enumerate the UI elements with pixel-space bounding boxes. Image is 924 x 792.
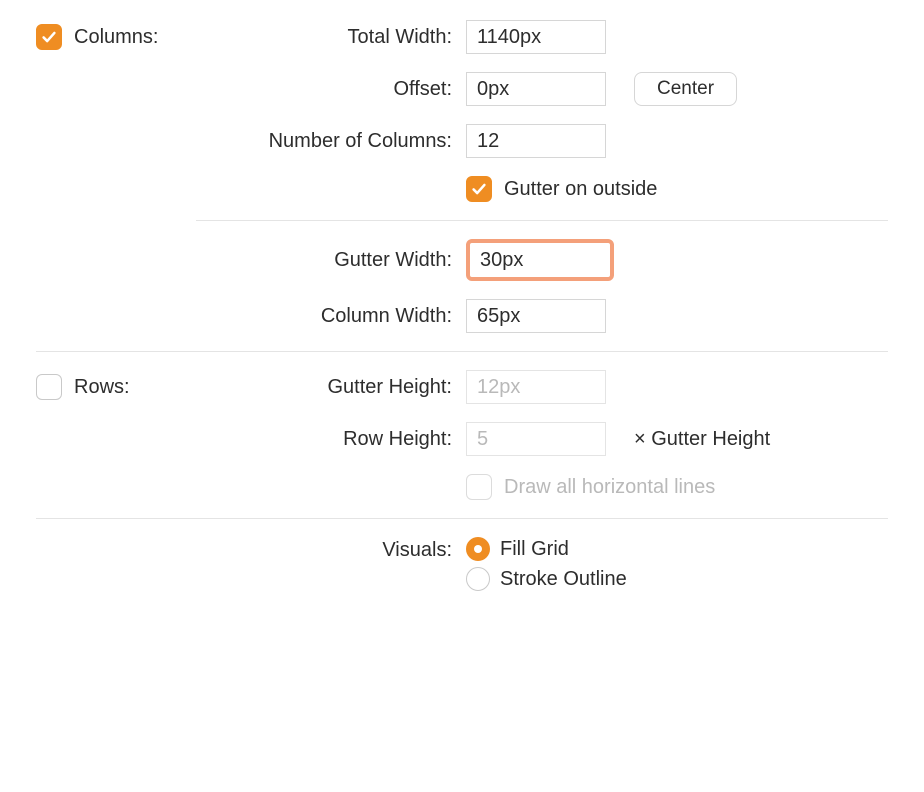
row-height-input — [466, 422, 606, 456]
separator — [36, 518, 888, 519]
total-width-input[interactable] — [466, 20, 606, 54]
radio-on-icon — [466, 537, 490, 561]
visuals-radio-group: Fill Grid Stroke Outline — [466, 537, 888, 591]
center-button[interactable]: Center — [634, 72, 737, 106]
column-width-input[interactable] — [466, 299, 606, 333]
visuals-option-label: Stroke Outline — [500, 568, 627, 591]
visuals-option-stroke-outline[interactable]: Stroke Outline — [466, 567, 888, 591]
gutter-outside-checkbox[interactable] — [466, 176, 492, 202]
row-offset: Offset: Center — [36, 72, 888, 106]
draw-all-label: Draw all horizontal lines — [504, 476, 715, 499]
rows-section-label: Rows: — [74, 376, 130, 399]
row-height-suffix: × Gutter Height — [634, 428, 770, 451]
visuals-option-fill-grid[interactable]: Fill Grid — [466, 537, 888, 561]
row-gutter-height: Rows: Gutter Height: — [36, 370, 888, 404]
rows-checkbox[interactable] — [36, 374, 62, 400]
visuals-option-label: Fill Grid — [500, 538, 569, 561]
draw-all-checkbox — [466, 474, 492, 500]
check-icon — [470, 180, 488, 198]
row-visuals: Visuals: Fill Grid Stroke Outline — [36, 537, 888, 591]
gutter-width-label: Gutter Width: — [196, 249, 466, 272]
row-num-columns: Number of Columns: — [36, 124, 888, 158]
num-columns-input[interactable] — [466, 124, 606, 158]
gutter-width-input[interactable] — [466, 239, 614, 281]
num-columns-label: Number of Columns: — [196, 130, 466, 153]
row-draw-all: Draw all horizontal lines — [36, 474, 888, 500]
row-gutter-width: Gutter Width: — [36, 239, 888, 281]
columns-section-label: Columns: — [74, 26, 158, 49]
row-gutter-outside: Gutter on outside — [36, 176, 888, 202]
row-column-width: Column Width: — [36, 299, 888, 333]
columns-checkbox[interactable] — [36, 24, 62, 50]
grid-settings-panel: Columns: Total Width: Offset: Center Num… — [0, 0, 924, 633]
visuals-label: Visuals: — [196, 537, 466, 562]
separator — [196, 220, 888, 221]
offset-input[interactable] — [466, 72, 606, 106]
check-icon — [40, 28, 58, 46]
row-row-height: Row Height: × Gutter Height — [36, 422, 888, 456]
gutter-height-label: Gutter Height: — [196, 376, 466, 399]
row-height-label: Row Height: — [196, 428, 466, 451]
total-width-label: Total Width: — [196, 26, 466, 49]
gutter-height-input — [466, 370, 606, 404]
row-total-width: Columns: Total Width: — [36, 20, 888, 54]
column-width-label: Column Width: — [196, 305, 466, 328]
offset-label: Offset: — [196, 78, 466, 101]
radio-off-icon — [466, 567, 490, 591]
separator — [36, 351, 888, 352]
gutter-outside-label: Gutter on outside — [504, 178, 657, 201]
